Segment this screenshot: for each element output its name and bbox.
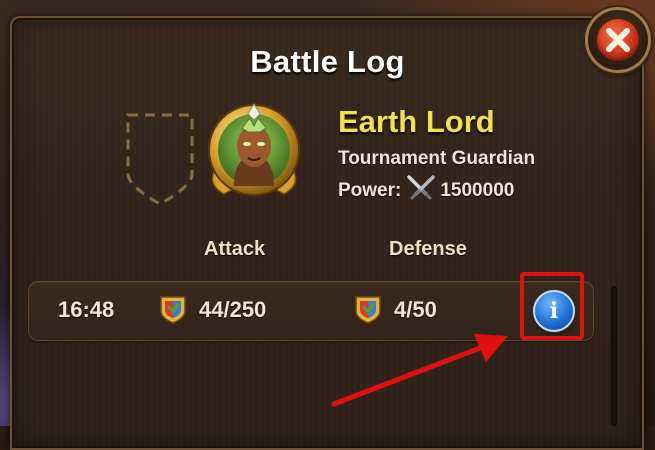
crossed-swords-icon (406, 175, 436, 207)
log-time: 16:48 (58, 297, 115, 322)
scrollbar-track[interactable] (611, 286, 617, 426)
column-header-attack: Attack (204, 238, 266, 260)
column-header-defense: Defense (389, 238, 467, 260)
boss-subtitle: Tournament Guardian (338, 148, 536, 169)
close-button[interactable] (585, 7, 651, 73)
info-button[interactable]: i (533, 290, 575, 332)
power-value: 1500000 (440, 180, 515, 201)
log-defense-score: 4/50 (394, 297, 437, 322)
power-label: Power: (338, 180, 402, 201)
battle-log-panel (10, 16, 644, 450)
empty-shield-slot-icon (125, 112, 195, 213)
boss-power: Power: 1500000 (338, 175, 514, 207)
red-arrow-annotation (330, 326, 520, 421)
boss-name: Earth Lord (338, 104, 495, 139)
shield-emblem-icon (352, 294, 384, 329)
log-attack-score: 44/250 (199, 297, 267, 322)
boss-portrait (204, 98, 304, 203)
shield-emblem-icon (157, 294, 189, 329)
window-title: Battle Log (250, 44, 405, 79)
close-icon[interactable] (597, 19, 639, 61)
info-icon[interactable]: i (535, 298, 573, 324)
